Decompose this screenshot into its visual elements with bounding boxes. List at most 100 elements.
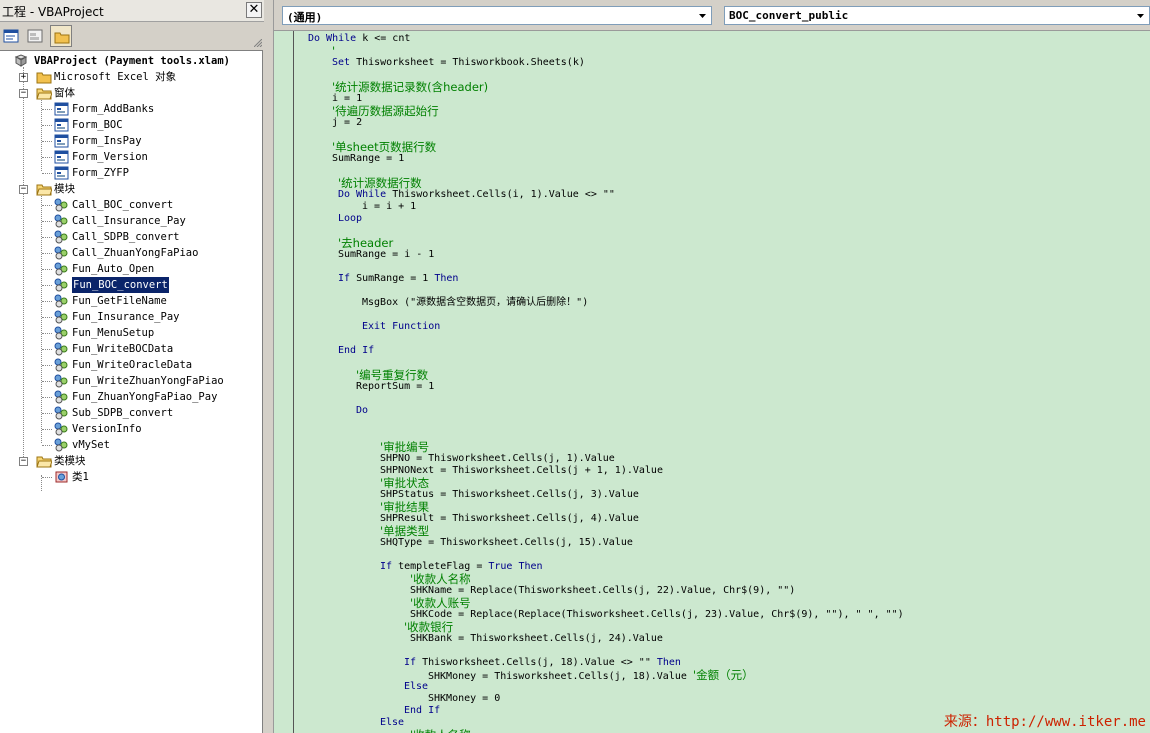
- module-icon: [54, 374, 68, 388]
- code-text: Thisworksheet = Thisworkbook.Sheets(k): [350, 57, 585, 68]
- tree-connector: [42, 173, 52, 174]
- procedure-dropdown[interactable]: BOC_convert_public: [724, 6, 1150, 25]
- code-line[interactable]: '编号重复行数: [356, 369, 428, 381]
- collapse-class-modules[interactable]: −: [19, 457, 28, 466]
- code-line[interactable]: '待遍历数据源起始行: [332, 105, 439, 117]
- procedure-dropdown-value: BOC_convert_public: [729, 9, 849, 22]
- code-line[interactable]: j = 2: [332, 117, 362, 129]
- collapse-modules[interactable]: −: [19, 185, 28, 194]
- object-dropdown-value: (通用): [287, 11, 323, 24]
- code-line[interactable]: ': [332, 45, 335, 57]
- code-line[interactable]: Else: [404, 681, 428, 693]
- code-text: i = 1: [332, 93, 363, 104]
- code-line[interactable]: SHKCode = Replace(Replace(Thisworksheet.…: [410, 609, 904, 621]
- tree-module-item-label: Fun_WriteBOCData: [72, 343, 174, 355]
- code-line[interactable]: MsgBox ("源数据含空数据页，请确认后删除！"): [362, 297, 588, 309]
- code-text: ReportSum = 1: [356, 381, 435, 392]
- tree-root-label: VBAProject (Payment tools.xlam): [34, 55, 230, 67]
- code-line[interactable]: '统计源数据记录数(含header): [332, 81, 488, 93]
- code-line[interactable]: '统计源数据行数: [338, 177, 422, 189]
- tree-modules-group-label: 模块: [54, 183, 75, 195]
- code-line[interactable]: SHQType = Thisworksheet.Cells(j, 15).Val…: [380, 537, 633, 549]
- tree-connector: [42, 253, 52, 254]
- tree-connector: [42, 205, 52, 206]
- code-window: (通用) BOC_convert_public Do While k <= cn…: [268, 0, 1150, 733]
- code-line[interactable]: '单据类型: [380, 525, 429, 537]
- code-keyword: Then: [656, 657, 681, 668]
- code-line[interactable]: SumRange = i - 1: [338, 249, 434, 261]
- tree-module-item-label: VersionInfo: [72, 423, 142, 435]
- tree-connector: [42, 125, 52, 126]
- code-line[interactable]: '收款人名称: [410, 573, 471, 585]
- code-line[interactable]: Do: [356, 405, 368, 417]
- code-line[interactable]: '审批编号: [380, 441, 429, 453]
- code-line[interactable]: '审批状态: [380, 477, 429, 489]
- expand-excel-objects[interactable]: +: [19, 73, 28, 82]
- tree-module-item-label: Fun_MenuSetup: [72, 327, 155, 339]
- view-code-button[interactable]: [0, 25, 22, 47]
- toggle-folders-button[interactable]: [50, 25, 72, 47]
- folder-icon: [36, 72, 52, 84]
- folder-icon: [54, 32, 70, 44]
- code-line[interactable]: If SumRange = 1 Then: [338, 273, 458, 285]
- project-tree[interactable]: VBAProject (Payment tools.xlam) + Micros…: [0, 50, 263, 733]
- code-line[interactable]: End If: [404, 705, 440, 717]
- code-keyword: Loop: [338, 213, 363, 224]
- code-line[interactable]: i = i + 1: [362, 201, 416, 213]
- collapse-forms[interactable]: −: [19, 89, 28, 98]
- code-comment: ': [332, 44, 336, 58]
- code-line[interactable]: SHKMoney = 0: [428, 693, 500, 705]
- code-line[interactable]: Do While k <= cnt: [308, 33, 410, 45]
- chevron-down-icon[interactable]: [1133, 8, 1148, 23]
- code-text: MsgBox ("源数据含空数据页，请确认后删除！"): [362, 297, 589, 308]
- code-line[interactable]: Loop: [338, 213, 362, 225]
- code-line[interactable]: '单sheet页数据行数: [332, 141, 436, 153]
- code-line[interactable]: '去header: [338, 237, 393, 249]
- code-line[interactable]: '收款银行: [404, 621, 453, 633]
- code-comment: '统计源数据行数: [338, 176, 422, 190]
- module-icon: [54, 198, 68, 212]
- margin-indicator-bar[interactable]: [274, 31, 294, 733]
- code-text: SumRange = 1: [350, 273, 435, 284]
- code-line[interactable]: Do While Thisworksheet.Cells(i, 1).Value…: [338, 189, 615, 201]
- code-comment: '收款银行: [404, 620, 454, 634]
- code-line[interactable]: '收款人名称: [410, 729, 471, 733]
- code-text: SumRange = i - 1: [338, 249, 435, 260]
- tree-forms-group-label: 窗体: [54, 87, 75, 99]
- tree-module-item-label: Fun_Auto_Open: [72, 263, 155, 275]
- code-editor[interactable]: Do While k <= cnt ' Set Thisworksheet = Th…: [274, 30, 1150, 733]
- module-icon: [54, 310, 68, 324]
- code-line[interactable]: SHKBank = Thisworksheet.Cells(j, 24).Val…: [410, 633, 663, 645]
- code-line[interactable]: Set Thisworksheet = Thisworkbook.Sheets(…: [332, 57, 585, 69]
- code-comment: '金额（元）: [692, 668, 754, 682]
- chevron-down-icon[interactable]: [695, 8, 710, 23]
- code-line[interactable]: Else: [380, 717, 404, 729]
- class-module-icon: [55, 471, 68, 483]
- project-explorer-title: 工程 - VBAProject: [2, 5, 104, 19]
- close-button[interactable]: ✕: [246, 2, 262, 18]
- view-object-button[interactable]: [24, 25, 46, 47]
- code-keyword: If: [380, 561, 393, 572]
- code-line[interactable]: Exit Function: [362, 321, 440, 333]
- module-icon: [54, 422, 68, 436]
- tree-form-item-label: Form_Version: [72, 151, 148, 163]
- userform-icon: [54, 166, 69, 180]
- code-text: SHPStatus = Thisworksheet.Cells(j, 3).Va…: [380, 489, 639, 500]
- code-keyword: If: [338, 273, 351, 284]
- tree-connector: [42, 301, 52, 302]
- code-line[interactable]: End If: [338, 345, 374, 357]
- code-line[interactable]: ReportSum = 1: [356, 381, 434, 393]
- code-keyword: Do: [356, 405, 369, 416]
- code-line[interactable]: If Thisworksheet.Cells(j, 18).Value <> "…: [404, 657, 681, 669]
- object-dropdown[interactable]: (通用): [282, 6, 712, 25]
- code-line[interactable]: SHPNO = Thisworksheet.Cells(j, 1).Value: [380, 453, 615, 465]
- code-line[interactable]: '审批结果: [380, 501, 429, 513]
- code-keyword: Then: [434, 273, 459, 284]
- folder-open-icon: [36, 184, 52, 196]
- resize-grip-icon[interactable]: [254, 39, 262, 47]
- code-line[interactable]: '收款人账号: [410, 597, 471, 609]
- code-line[interactable]: SumRange = 1: [332, 153, 404, 165]
- module-icon: [54, 358, 68, 372]
- tree-class-modules-label: 类模块: [54, 455, 86, 467]
- code-line[interactable]: SHKMoney = Thisworksheet.Cells(j, 18).Va…: [428, 668, 754, 682]
